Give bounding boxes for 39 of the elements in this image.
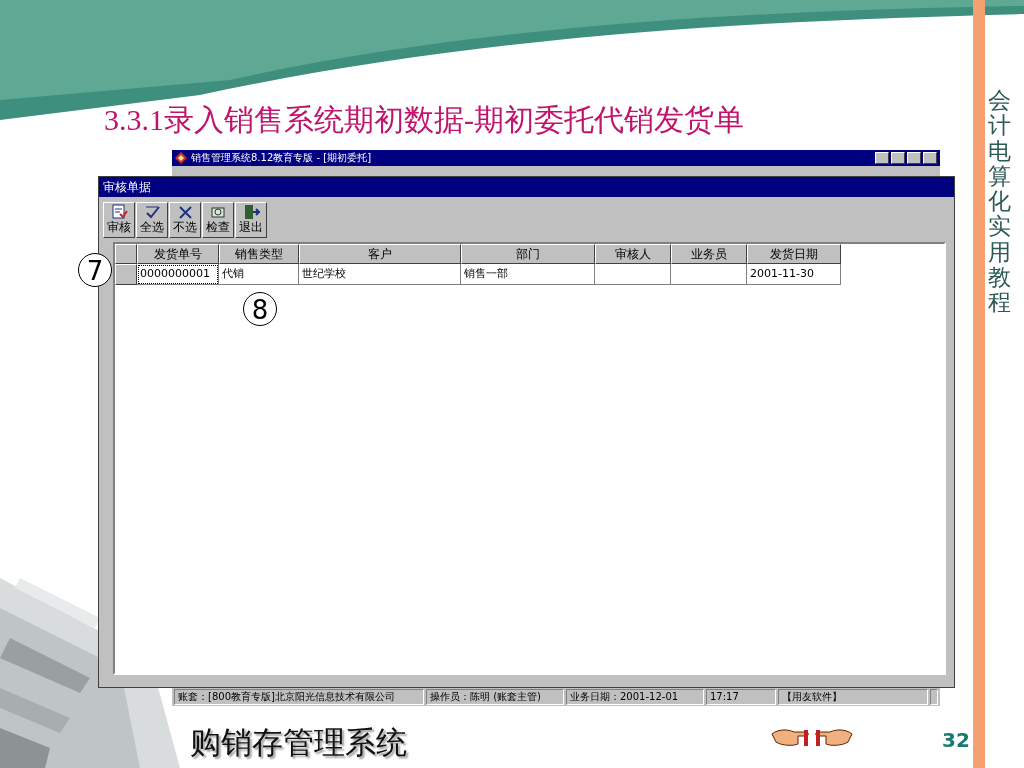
pointing-hand-icon[interactable] [770,726,810,748]
column-header[interactable]: 发货单号 [137,244,219,264]
status-panel: 账套：[800教育专版]北京阳光信息技术有限公司 [174,689,424,705]
status-panel: 业务日期：2001-12-01 [566,689,704,705]
table-cell: 0000000001 [137,264,219,285]
table-cell: 销售一部 [461,264,595,285]
window-title: 销售管理系统8.12教育专版 - [期初委托] [191,151,373,165]
cross-icon [176,204,194,220]
dialog-title: 审核单据 [99,177,954,197]
column-header[interactable]: 部门 [461,244,595,264]
status-panel: 操作员：陈明 (账套主管) [426,689,564,705]
status-panel: 17:17 [706,689,776,705]
callout-number: 7 [78,253,112,287]
slide-title: 3.3.1录入销售系统期初数据-期初委托代销发货单 [104,102,744,138]
toolbar-button[interactable]: 审核 [103,202,135,238]
checkmark-icon [143,204,161,220]
column-header[interactable]: 销售类型 [219,244,299,264]
status-panel: 【用友软件】 [778,689,928,705]
inspect-icon [209,204,227,220]
toolbar-button[interactable]: 不选 [169,202,201,238]
column-header[interactable]: 审核人 [595,244,671,264]
page-number: 32 [942,728,970,752]
footer-title: 购销存管理系统 [190,723,407,762]
exit-door-icon [242,204,260,220]
toolbar-button[interactable]: 检查 [202,202,234,238]
column-header[interactable]: 发货日期 [747,244,841,264]
row-selector[interactable] [115,264,137,285]
pointing-hand-icon[interactable] [814,726,854,748]
toolbar-button[interactable]: 全选 [136,202,168,238]
status-panel [930,689,938,705]
column-header[interactable]: 业务员 [671,244,747,264]
table-cell: 代销 [219,264,299,285]
side-title: 会计电算化实用教程 [988,88,1011,316]
table-cell: 世纪学校 [299,264,461,285]
column-header[interactable]: 客户 [299,244,461,264]
app-icon [175,152,187,164]
table-cell: 2001-11-30 [747,264,841,285]
document-check-icon [110,204,128,220]
toolbar-button[interactable]: 退出 [235,202,267,238]
